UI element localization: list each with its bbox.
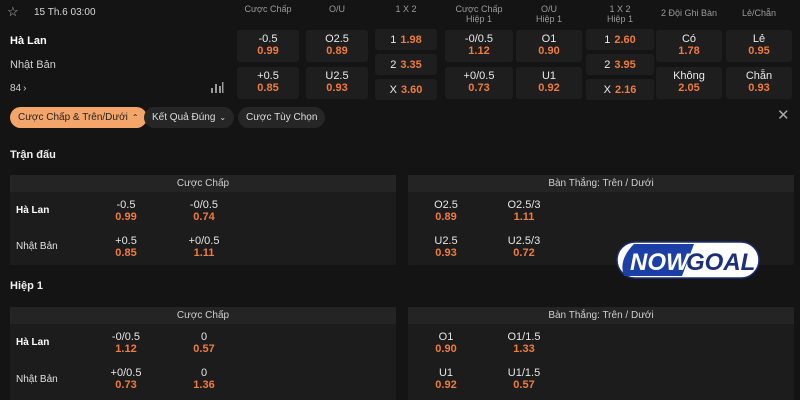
odds-pair[interactable]: +0/0.5 0.73: [96, 367, 156, 391]
odds-cell-1x2-home[interactable]: 1 1.98: [375, 29, 437, 50]
row-label-home: Hà Lan: [16, 205, 50, 216]
tab-custom-bet[interactable]: Cược Tùy Chọn: [238, 107, 326, 128]
odds-cell-over[interactable]: O2.5 0.89: [306, 30, 368, 62]
odds-cell-btts-no[interactable]: Không 2.05: [656, 67, 722, 99]
close-icon[interactable]: ✕: [777, 108, 791, 123]
odds-pair[interactable]: U1/1.5 0.57: [494, 367, 554, 391]
match-datetime: 15 Th.6 03:00: [34, 7, 96, 18]
svg-text:GOAL: GOAL: [686, 249, 755, 276]
col-header-odd-even: Lẻ/Chẵn: [741, 8, 777, 18]
chevron-down-icon: ⌄: [219, 113, 227, 122]
odds-cell-1x2-h1-home[interactable]: 1 2.60: [586, 29, 654, 50]
odds-pair[interactable]: +0.5 0.85: [96, 235, 156, 259]
tab-correct-score[interactable]: Kết Quả Đúng ⌄: [144, 107, 235, 128]
odds-cell-over-h1[interactable]: O1 0.90: [516, 30, 582, 62]
odds-pair[interactable]: -0/0.5 0.74: [174, 199, 234, 223]
odds-cell-1x2-away[interactable]: 2 3.35: [375, 54, 437, 75]
col-header-btts: 2 Đội Ghi Bàn: [660, 8, 718, 18]
odds-cell-1x2-draw[interactable]: X 3.60: [375, 79, 437, 100]
svg-text:NOW: NOW: [630, 249, 691, 276]
panel-header: Bàn Thắng: Trên / Dưới: [408, 175, 794, 192]
odds-cell-even[interactable]: Chẵn 0.93: [726, 67, 792, 99]
odds-pair[interactable]: +0/0.5 1.11: [174, 235, 234, 259]
odds-cell-btts-yes[interactable]: Có 1.78: [656, 30, 722, 62]
team-away: Nhật Bản: [10, 59, 56, 71]
odds-pair[interactable]: O2.5 0.89: [416, 199, 476, 223]
panel-handicap-match: Cược Chấp Hà Lan Nhật Bản -0.5 0.99 -0/0.…: [10, 175, 396, 265]
stats-chart-icon[interactable]: [210, 81, 224, 93]
col-header-ou: O/U: [328, 4, 345, 14]
odds-cell-handicap-away[interactable]: +0.5 0.85: [237, 67, 299, 99]
col-header-handicap-h1: Cược Chấp Hiệp 1: [455, 4, 503, 24]
team-home: Hà Lan: [10, 35, 47, 47]
chevron-up-icon: ⌃: [131, 113, 139, 122]
panel-header: Cược Chấp: [10, 307, 396, 324]
col-header-handicap: Cược Chấp: [244, 4, 292, 14]
odds-cell-under-h1[interactable]: U1 0.92: [516, 67, 582, 99]
odds-pair[interactable]: 0 0.57: [174, 331, 234, 355]
row-label-home: Hà Lan: [16, 337, 50, 348]
panel-header: Bàn Thắng: Trên / Dưới: [408, 307, 794, 324]
panel-ou-h1: Bàn Thắng: Trên / Dưới O1 0.90 O1/1.5 1.33…: [408, 307, 794, 400]
odds-cell-handicap-h1-away[interactable]: +0/0.5 0.73: [445, 67, 513, 99]
col-header-ou-h1: O/U Hiệp 1: [535, 4, 562, 24]
col-header-1x2: 1 X 2: [395, 4, 417, 14]
odds-pair[interactable]: 0 1.36: [174, 367, 234, 391]
section-title-first-half: Hiệp 1: [10, 280, 44, 292]
panel-header: Cược Chấp: [10, 175, 396, 192]
row-label-away: Nhật Bản: [16, 374, 58, 385]
odds-cell-1x2-h1-away[interactable]: 2 3.95: [586, 54, 654, 75]
odds-pair[interactable]: U2.5 0.93: [416, 235, 476, 259]
odds-cell-1x2-h1-draw[interactable]: X 2.16: [586, 79, 654, 100]
tab-handicap-ou[interactable]: Cược Chấp & Trên/Dưới ⌃: [10, 107, 147, 128]
odds-pair[interactable]: U2.5/3 0.72: [494, 235, 554, 259]
odds-pair[interactable]: O1/1.5 1.33: [494, 331, 554, 355]
odds-pair[interactable]: -0/0.5 1.12: [96, 331, 156, 355]
col-header-1x2-h1: 1 X 2 Hiệp 1: [606, 4, 633, 24]
odds-cell-handicap-home[interactable]: -0.5 0.99: [237, 30, 299, 62]
odds-cell-handicap-h1-home[interactable]: -0/0.5 1.12: [445, 30, 513, 62]
odds-pair[interactable]: O2.5/3 1.11: [494, 199, 554, 223]
nowgoal-logo: NOW GOAL: [616, 241, 760, 279]
odds-pair[interactable]: U1 0.92: [416, 367, 476, 391]
match-minute[interactable]: 84 ›: [10, 83, 26, 94]
section-title-match: Trận đấu: [10, 149, 56, 161]
odds-cell-under[interactable]: U2.5 0.93: [306, 67, 368, 99]
odds-pair[interactable]: -0.5 0.99: [96, 199, 156, 223]
odds-pair[interactable]: O1 0.90: [416, 331, 476, 355]
odds-cell-odd[interactable]: Lẻ 0.95: [726, 30, 792, 62]
row-label-away: Nhật Bản: [16, 241, 58, 252]
panel-handicap-h1: Cược Chấp Hà Lan Nhật Bản -0/0.5 1.12 0 0.…: [10, 307, 396, 400]
favorite-star-icon[interactable]: ☆: [7, 5, 21, 19]
